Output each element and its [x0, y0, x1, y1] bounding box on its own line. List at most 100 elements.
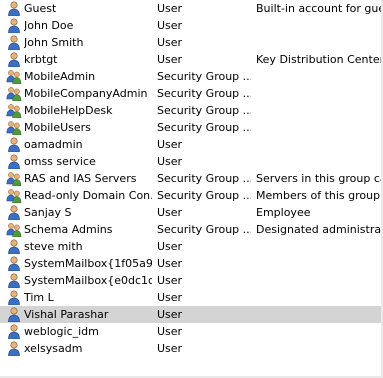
user-icon	[6, 324, 22, 340]
item-description: Built-in account for guest	[256, 2, 383, 15]
item-name: Schema Admins	[24, 223, 113, 236]
item-name: Tim L	[24, 291, 54, 304]
list-item[interactable]: Schema Admins Security Group ... Designate…	[0, 221, 383, 238]
item-type: User	[157, 257, 183, 270]
item-type: Security Group ...	[157, 172, 251, 185]
list-item[interactable]: xelsysadm User	[0, 340, 383, 357]
list-item[interactable]: RAS and IAS Servers Security Group ... Ser…	[0, 170, 383, 187]
user-icon	[6, 307, 22, 323]
user-icon	[6, 137, 22, 153]
item-type: Security Group ...	[157, 223, 251, 236]
user-icon	[6, 1, 22, 17]
item-description	[256, 102, 383, 119]
user-icon	[6, 290, 22, 306]
group-icon	[6, 103, 22, 119]
list-item[interactable]: omss service User	[0, 153, 383, 170]
item-type: User	[157, 325, 183, 338]
user-icon	[6, 18, 22, 34]
user-icon	[6, 154, 22, 170]
item-description	[256, 68, 383, 85]
item-description	[256, 289, 383, 306]
item-type: User	[157, 155, 183, 168]
group-icon	[6, 222, 22, 238]
item-description	[256, 255, 383, 272]
item-type: User	[157, 240, 183, 253]
list-item[interactable]: krbtgt User Key Distribution Center Se	[0, 51, 383, 68]
item-type: User	[157, 206, 183, 219]
group-icon	[6, 86, 22, 102]
list-item[interactable]: Sanjay S User Employee	[0, 204, 383, 221]
user-icon	[6, 341, 22, 357]
item-type: Security Group ...	[157, 87, 251, 100]
item-description	[256, 153, 383, 170]
group-icon	[6, 188, 22, 204]
item-name: steve mith	[24, 240, 83, 253]
item-name: MobileCompanyAdmin	[24, 87, 148, 100]
item-description: Employee	[256, 206, 311, 219]
item-type: User	[157, 274, 183, 287]
item-description	[256, 136, 383, 153]
item-type: Security Group ...	[157, 121, 251, 134]
list-item[interactable]: Vishal Parashar User	[0, 306, 383, 323]
item-name: Guest	[24, 2, 57, 15]
item-description	[256, 323, 383, 340]
item-description: Servers in this group can .	[256, 172, 383, 185]
item-name: Sanjay S	[24, 206, 72, 219]
item-type: User	[157, 138, 183, 151]
group-icon	[6, 69, 22, 85]
list-item[interactable]: SystemMailbox{1f05a9... User	[0, 255, 383, 272]
user-icon	[6, 35, 22, 51]
list-item[interactable]: MobileUsers Security Group ...	[0, 119, 383, 136]
item-name: RAS and IAS Servers	[24, 172, 137, 185]
list-item[interactable]: Read-only Domain Con... Security Group ..…	[0, 187, 383, 204]
item-name: Vishal Parashar	[24, 308, 109, 321]
user-icon	[6, 52, 22, 68]
item-type: User	[157, 19, 183, 32]
item-type: Security Group ...	[157, 189, 251, 202]
item-description	[256, 34, 383, 51]
item-type: User	[157, 2, 183, 15]
item-description	[256, 238, 383, 255]
list-item[interactable]: steve mith User	[0, 238, 383, 255]
item-description	[256, 340, 383, 357]
item-name: SystemMailbox{1f05a9...	[24, 257, 152, 270]
item-name: omss service	[24, 155, 96, 168]
list-item[interactable]: MobileCompanyAdmin Security Group ...	[0, 85, 383, 102]
item-name: xelsysadm	[24, 342, 83, 355]
item-type: Security Group ...	[157, 104, 251, 117]
group-icon	[6, 120, 22, 136]
item-name: Read-only Domain Con...	[24, 189, 152, 202]
item-description	[256, 272, 383, 289]
item-name: MobileHelpDesk	[24, 104, 113, 117]
item-name: krbtgt	[24, 53, 58, 66]
list-item[interactable]: oamadmin User	[0, 136, 383, 153]
list-item[interactable]: John Doe User	[0, 17, 383, 34]
list-item[interactable]: Tim L User	[0, 289, 383, 306]
list-item[interactable]: John Smith User	[0, 34, 383, 51]
user-icon	[6, 239, 22, 255]
item-description	[256, 17, 383, 34]
list-item[interactable]: MobileHelpDesk Security Group ...	[0, 102, 383, 119]
list-item[interactable]: Guest User Built-in account for guest	[0, 0, 383, 17]
item-name: John Smith	[24, 36, 84, 49]
list-item[interactable]: weblogic_idm User	[0, 323, 383, 340]
item-type: User	[157, 342, 183, 355]
item-name: oamadmin	[24, 138, 83, 151]
item-description: Key Distribution Center Se	[256, 53, 383, 66]
item-description: Designated administrators	[256, 223, 383, 236]
user-icon	[6, 256, 22, 272]
list-item[interactable]: MobileAdmin Security Group ...	[0, 68, 383, 85]
item-description: Members of this group are	[256, 189, 383, 202]
item-name: MobileUsers	[24, 121, 91, 134]
user-icon	[6, 273, 22, 289]
item-name: weblogic_idm	[24, 325, 99, 338]
item-type: User	[157, 291, 183, 304]
item-type: User	[157, 36, 183, 49]
item-name: John Doe	[24, 19, 74, 32]
users-list: Guest User Built-in account for guest John …	[0, 0, 383, 357]
item-type: User	[157, 53, 183, 66]
group-icon	[6, 171, 22, 187]
user-icon	[6, 205, 22, 221]
item-description	[256, 119, 383, 136]
list-item[interactable]: SystemMailbox{e0dc1c... User	[0, 272, 383, 289]
